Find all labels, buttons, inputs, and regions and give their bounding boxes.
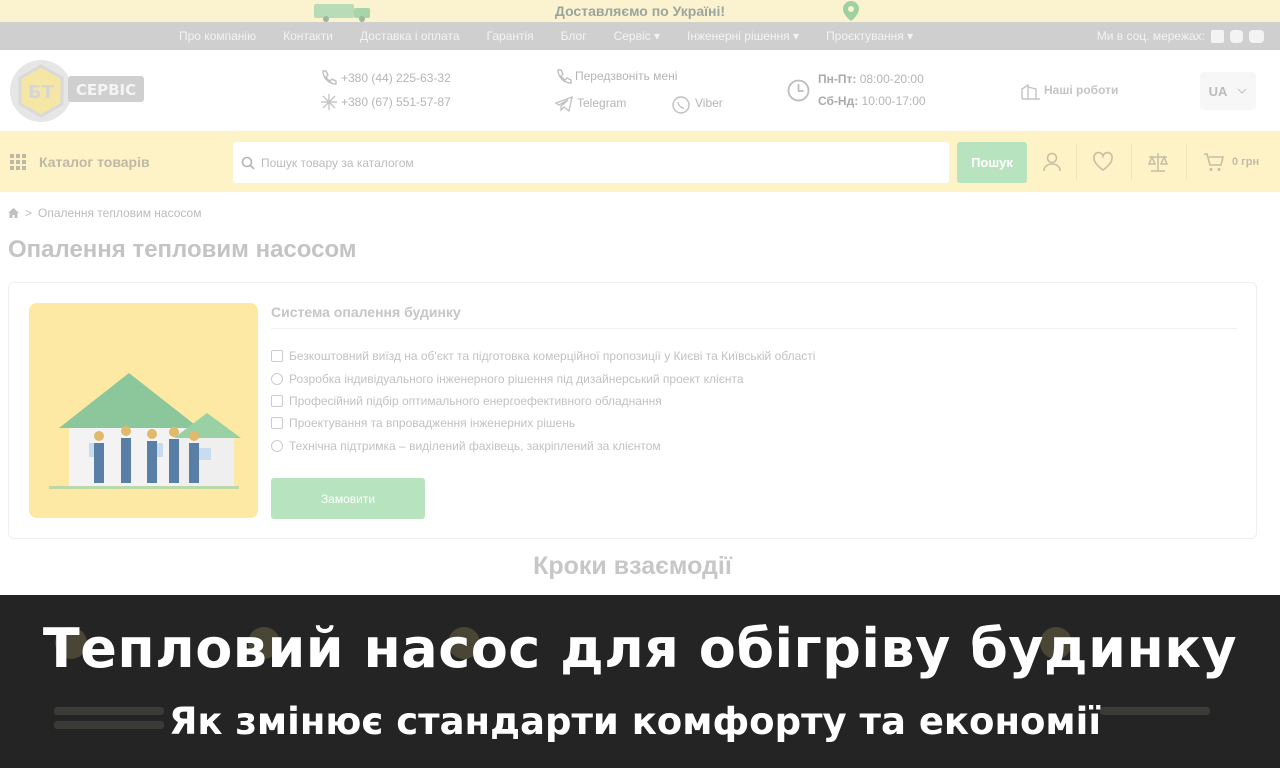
phone-1[interactable]: +380 (44) 225-63-32 <box>341 71 451 85</box>
nav-warranty[interactable]: Гарантія <box>487 29 534 43</box>
callback-link[interactable]: Передзвоніть мені <box>575 69 677 83</box>
feature-item: Розробка індивідуального інженерного ріш… <box>271 372 744 386</box>
top-nav-links: Про компанію Контакти Доставка і оплата … <box>179 22 940 50</box>
language-value: UA <box>1208 83 1228 99</box>
divider <box>1186 144 1187 180</box>
feature-item: Технічна підтримка – виділений фахівець,… <box>271 439 661 453</box>
home-icon[interactable] <box>8 208 19 218</box>
breadcrumb-current: Опалення тепловим насосом <box>38 206 202 220</box>
search-button[interactable]: Пошук <box>957 142 1027 183</box>
buildings-icon <box>1021 83 1040 100</box>
divider <box>1076 144 1077 180</box>
social-label: Ми в соц. мережах: <box>1096 29 1205 43</box>
promo-text: Доставляємо по Україні! <box>554 3 726 19</box>
logo-text-left: БТ <box>28 82 55 103</box>
top-navigation: Про компанію Контакти Доставка і оплата … <box>0 22 1280 50</box>
service-card: Система опалення будинку Безкоштовний ви… <box>8 282 1257 539</box>
steps-title: Кроки взаємодії <box>533 552 732 580</box>
site-header: БТ СЕРВІС +380 (44) 225-63-32 +380 (67) … <box>0 50 1280 132</box>
hours-weekday: Пн-Пт: 08:00-20:00 <box>818 72 924 86</box>
overlay-subtitle: Як змінює стандарти комфорту та економії <box>168 700 1102 743</box>
telegram-icon <box>555 95 573 113</box>
nav-blog[interactable]: Блог <box>561 29 587 43</box>
order-button[interactable]: Замовити <box>271 478 425 519</box>
breadcrumb: > Опалення тепловим насосом <box>8 206 201 220</box>
clock-icon <box>787 79 810 102</box>
catalog-label: Каталог товарів <box>39 154 150 170</box>
nav-service[interactable]: Сервіс ▾ <box>614 29 660 43</box>
grid-icon <box>10 154 26 170</box>
site-logo[interactable]: БТ СЕРВІС <box>8 58 148 124</box>
facebook-icon[interactable] <box>1211 29 1224 43</box>
feature-item: Безкоштовний виїзд на об'єкт та підготов… <box>271 349 815 363</box>
house-illustration <box>29 303 258 518</box>
checklist-icon <box>271 395 283 407</box>
kyivstar-icon <box>321 94 337 110</box>
feature-item: Професійний підбір оптимального енергоеф… <box>271 394 662 408</box>
feature-item: Проектування та впровадження інженерних … <box>271 416 575 430</box>
instagram-icon[interactable] <box>1230 29 1243 43</box>
phone-2[interactable]: +380 (67) 551-57-87 <box>341 95 451 109</box>
document-icon <box>271 350 283 362</box>
search-icon <box>241 156 255 170</box>
card-title: Система опалення будинку <box>271 304 461 320</box>
divider <box>271 328 1237 329</box>
nav-design[interactable]: Проєктування ▾ <box>826 29 913 43</box>
promo-banner[interactable]: Доставляємо по Україні! <box>0 0 1280 22</box>
blueprint-icon <box>271 417 283 429</box>
catalog-search-bar: Каталог товарів Пошук 0 грн <box>0 132 1280 192</box>
hours-weekend: Сб-Нд: 10:00-17:00 <box>818 94 926 108</box>
nav-about[interactable]: Про компанію <box>179 29 256 43</box>
delivery-truck-icon <box>314 4 370 22</box>
map-pin-icon <box>843 1 859 21</box>
social-links: Ми в соц. мережах: <box>1097 22 1264 50</box>
pencil-ruler-icon <box>271 373 283 385</box>
nav-contacts[interactable]: Контакти <box>283 29 333 43</box>
telegram-link[interactable]: Telegram <box>577 96 626 110</box>
cart-icon[interactable] <box>1202 150 1226 174</box>
support-shield-icon <box>271 440 283 452</box>
heart-icon[interactable] <box>1091 150 1115 174</box>
callback-icon <box>557 69 572 84</box>
nav-delivery[interactable]: Доставка і оплата <box>360 29 460 43</box>
divider <box>1131 144 1132 180</box>
search-box <box>233 142 949 183</box>
nav-engineering[interactable]: Інженерні рішення ▾ <box>687 29 799 43</box>
our-works-link[interactable]: Наші роботи <box>1044 83 1118 97</box>
youtube-icon[interactable] <box>1249 29 1264 43</box>
page-title: Опалення тепловим насосом <box>8 236 357 263</box>
chevron-down-icon <box>1237 88 1247 94</box>
breadcrumb-separator: > <box>25 206 33 220</box>
language-select[interactable]: UA <box>1200 72 1256 110</box>
overlay-title: Тепловий насос для обігріву будинку <box>42 617 1238 680</box>
viber-icon <box>672 96 690 114</box>
cart-total[interactable]: 0 грн <box>1232 156 1259 168</box>
search-input[interactable] <box>261 155 921 170</box>
title-overlay: Тепловий насос для обігріву будинку Як з… <box>0 595 1280 768</box>
phone-icon <box>322 70 337 85</box>
compare-scales-icon[interactable] <box>1146 150 1170 174</box>
catalog-button[interactable]: Каталог товарів <box>10 132 150 192</box>
viber-link[interactable]: Viber <box>695 96 723 110</box>
logo-text-right: СЕРВІС <box>76 81 136 99</box>
user-icon[interactable] <box>1040 150 1064 174</box>
